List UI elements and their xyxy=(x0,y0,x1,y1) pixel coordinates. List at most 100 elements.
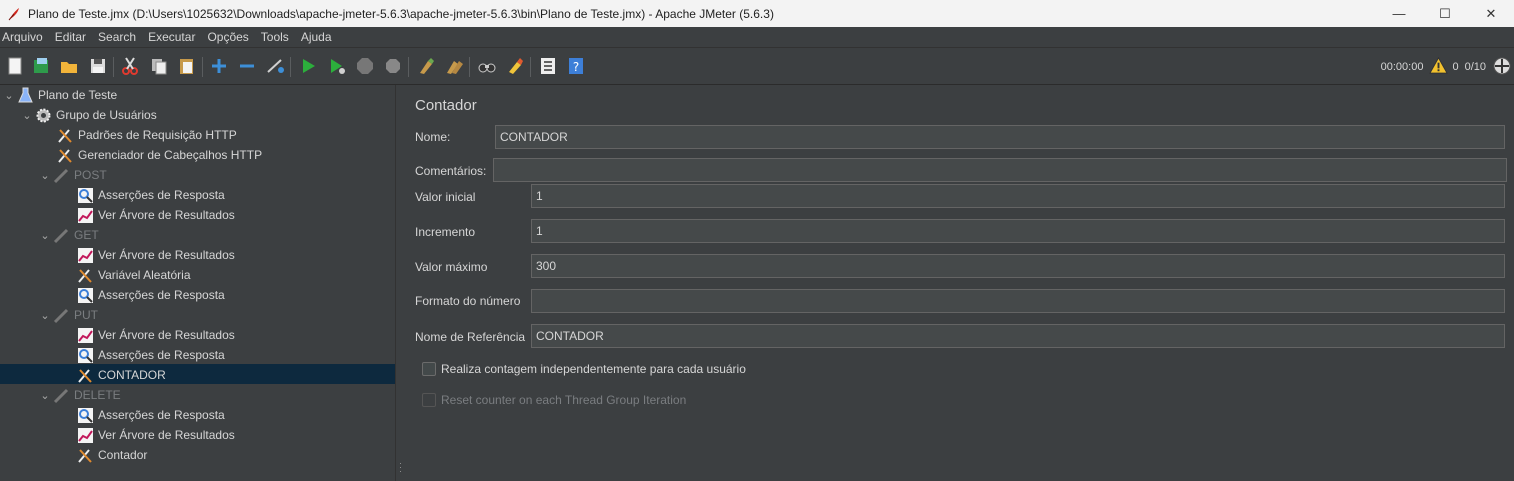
tree-node-assercoes-delete[interactable]: Asserções de Resposta xyxy=(76,405,225,425)
toggle-icon[interactable] xyxy=(264,55,286,77)
menu-search[interactable]: Search xyxy=(96,30,143,44)
menu-opcoes[interactable]: Opções xyxy=(205,30,255,44)
tree-node-contador-selected[interactable]: CONTADOR xyxy=(76,365,166,385)
cut-icon[interactable] xyxy=(119,55,141,77)
counter-config-panel: Contador Nome: CONTADOR Comentários: Val… xyxy=(405,85,1514,481)
name-field[interactable]: CONTADOR xyxy=(495,125,1505,149)
config-element-icon xyxy=(76,366,94,384)
stop-icon[interactable] xyxy=(354,55,376,77)
tree-node-plano-de-teste[interactable]: ⌄ Plano de Teste xyxy=(2,85,117,105)
search-icon[interactable] xyxy=(476,55,498,77)
sampler-icon xyxy=(52,386,70,404)
chevron-down-icon[interactable]: ⌄ xyxy=(38,388,52,402)
tree-node-label: Ver Árvore de Resultados xyxy=(98,248,235,262)
sampler-icon xyxy=(52,226,70,244)
tree-node-delete[interactable]: ⌄ DELETE xyxy=(38,385,121,405)
svg-text:?: ? xyxy=(573,60,579,74)
sampler-icon xyxy=(52,306,70,324)
copy-icon[interactable] xyxy=(148,55,170,77)
clear-icon[interactable] xyxy=(415,55,437,77)
reset-counter-checkbox-label: Reset counter on each Thread Group Itera… xyxy=(441,393,687,407)
tree-node-ver-arvore-put[interactable]: Ver Árvore de Resultados xyxy=(76,325,235,345)
function-helper-icon[interactable] xyxy=(537,55,559,77)
tree-node-gerenciador-cabecalhos[interactable]: Gerenciador de Cabeçalhos HTTP xyxy=(56,145,262,165)
name-label: Nome: xyxy=(415,130,451,144)
chevron-down-icon[interactable]: ⌄ xyxy=(38,308,52,322)
tree-node-label: PUT xyxy=(74,308,98,322)
tree-node-grupo-de-usuarios[interactable]: ⌄ Grupo de Usuários xyxy=(20,105,157,125)
tree-node-post[interactable]: ⌄ POST xyxy=(38,165,107,185)
templates-icon[interactable] xyxy=(30,55,52,77)
tree-node-label: Ver Árvore de Resultados xyxy=(98,428,235,442)
page-title: Contador xyxy=(415,97,477,114)
test-plan-icon xyxy=(16,86,34,104)
tree-node-get[interactable]: ⌄ GET xyxy=(38,225,99,245)
chevron-down-icon[interactable]: ⌄ xyxy=(2,88,16,102)
menu-tools[interactable]: Tools xyxy=(259,30,296,44)
tree-node-ver-arvore-post[interactable]: Ver Árvore de Resultados xyxy=(76,205,235,225)
tree-selection-highlight xyxy=(0,364,395,384)
help-icon[interactable]: ? xyxy=(565,55,587,77)
listener-icon xyxy=(76,426,94,444)
tree-node-padroes-requisicao[interactable]: Padrões de Requisição HTTP xyxy=(56,125,237,145)
open-icon[interactable] xyxy=(58,55,80,77)
menu-arquivo[interactable]: Arquivo xyxy=(0,30,50,44)
increment-label: Incremento xyxy=(415,225,476,239)
tree-node-assercoes-get[interactable]: Asserções de Resposta xyxy=(76,285,225,305)
assertion-icon xyxy=(76,346,94,364)
minimize-button[interactable]: — xyxy=(1376,0,1422,27)
chevron-down-icon[interactable]: ⌄ xyxy=(20,108,34,122)
tree-node-assercoes-post[interactable]: Asserções de Resposta xyxy=(76,185,225,205)
warning-icon[interactable] xyxy=(1429,56,1449,78)
menu-bar: Arquivo Editar Search Executar Opções To… xyxy=(0,27,1514,48)
tree-node-label: Ver Árvore de Resultados xyxy=(98,208,235,222)
comments-field[interactable] xyxy=(493,158,1507,182)
tree-node-ver-arvore-delete[interactable]: Ver Árvore de Resultados xyxy=(76,425,235,445)
chevron-down-icon[interactable]: ⌄ xyxy=(38,228,52,242)
save-icon[interactable] xyxy=(87,55,109,77)
menu-ajuda[interactable]: Ajuda xyxy=(299,30,339,44)
jmeter-feather-icon xyxy=(6,6,22,22)
tree-node-label: Contador xyxy=(98,448,148,462)
tree-node-ver-arvore-get[interactable]: Ver Árvore de Resultados xyxy=(76,245,235,265)
number-format-field[interactable] xyxy=(531,289,1505,313)
paste-icon[interactable] xyxy=(176,55,198,77)
split-pane-divider[interactable]: · · · xyxy=(395,85,405,481)
tree-node-label: Asserções de Resposta xyxy=(98,408,225,422)
increment-field[interactable]: 1 xyxy=(531,219,1505,243)
menu-editar[interactable]: Editar xyxy=(53,30,93,44)
tree-node-assercoes-put[interactable]: Asserções de Resposta xyxy=(76,345,225,365)
reference-name-field[interactable]: CONTADOR xyxy=(531,324,1505,348)
tree-node-label: Plano de Teste xyxy=(38,88,118,102)
elapsed-time: 00:00:00 xyxy=(1380,61,1424,73)
toolbar: ? xyxy=(0,49,1514,85)
per-user-checkbox[interactable] xyxy=(422,362,436,376)
tree-node-put[interactable]: ⌄ PUT xyxy=(38,305,98,325)
tree-node-label: Grupo de Usuários xyxy=(56,108,157,122)
tree-node-label: Variável Aleatória xyxy=(98,268,191,282)
reset-search-icon[interactable] xyxy=(504,55,526,77)
reference-name-label: Nome de Referência xyxy=(415,330,526,344)
clear-all-icon[interactable] xyxy=(443,55,465,77)
max-value-field[interactable]: 300 xyxy=(531,254,1505,278)
close-button[interactable]: ✕ xyxy=(1468,0,1514,27)
shutdown-icon[interactable] xyxy=(382,55,404,77)
start-no-pauses-icon[interactable] xyxy=(326,55,348,77)
per-user-checkbox-label[interactable]: Realiza contagem independentemente para … xyxy=(441,362,746,376)
menu-executar[interactable]: Executar xyxy=(146,30,202,44)
start-value-field[interactable]: 1 xyxy=(531,184,1505,208)
tree-node-label: Asserções de Resposta xyxy=(98,288,225,302)
tree-node-variavel-aleatoria[interactable]: Variável Aleatória xyxy=(76,265,191,285)
maximize-button[interactable]: ☐ xyxy=(1422,0,1468,27)
expand-icon[interactable] xyxy=(208,55,230,77)
listener-icon xyxy=(76,206,94,224)
tree-node-contador[interactable]: Contador xyxy=(76,445,147,465)
new-icon[interactable] xyxy=(4,55,26,77)
collapse-icon[interactable] xyxy=(236,55,258,77)
remote-icon[interactable] xyxy=(1492,56,1512,79)
drag-handle-icon[interactable]: · · · xyxy=(399,459,402,476)
chevron-down-icon[interactable]: ⌄ xyxy=(38,168,52,182)
config-element-icon xyxy=(56,146,74,164)
number-format-label: Formato do número xyxy=(415,294,521,308)
start-icon[interactable] xyxy=(297,55,319,77)
